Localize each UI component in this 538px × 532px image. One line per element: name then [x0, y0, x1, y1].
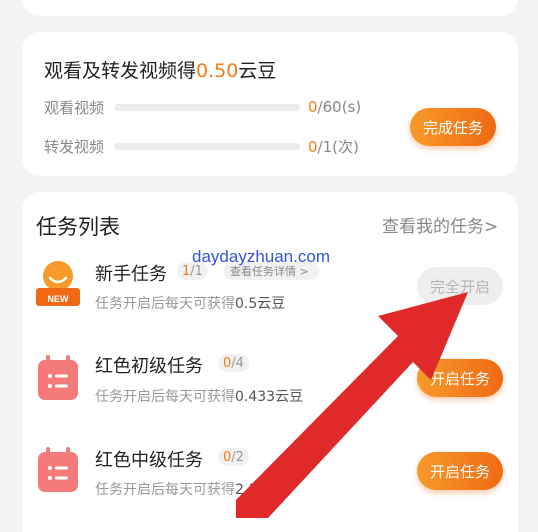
task-desc-red-primary: 任务开启后每天可获得0.433云豆 [95, 389, 304, 405]
new-label: NEW [48, 294, 70, 304]
complete-task-button[interactable]: 完成任务 [410, 108, 496, 146]
share-video-progress-bar [114, 142, 300, 150]
calendar-icon [38, 447, 78, 492]
share-video-count: 0/1(次) [308, 137, 359, 156]
previous-card [22, 0, 518, 16]
task-list-title: 任务列表 [36, 215, 120, 239]
share-video-label: 转发视频 [44, 137, 105, 156]
task-desc-newbie: 任务开启后每天可获得0.5云豆 [95, 296, 286, 312]
watch-video-count: 0/60(s) [308, 98, 362, 116]
start-task-button[interactable]: 开启任务 [417, 452, 503, 490]
start-task-button[interactable]: 开启任务 [417, 359, 503, 397]
watermark-text: daydayzhuan.com [192, 247, 330, 266]
task-count-badge: 0/2 [218, 448, 249, 466]
watch-video-label: 观看视频 [44, 98, 105, 117]
task-name-red-intermediate: 红色中级任务 [95, 450, 203, 471]
task-name-newbie: 新手任务 [95, 264, 167, 285]
task-name-red-primary: 红色初级任务 [95, 356, 203, 377]
task-desc-red-intermediate: 任务开启后每天可获得2.1云豆 [95, 482, 286, 498]
new-user-icon: NEW [36, 261, 80, 306]
view-my-tasks-link[interactable]: 查看我的任务> [382, 212, 498, 237]
watch-task-title: 观看及转发视频得0.50云豆 [44, 60, 277, 82]
fully-enabled-button[interactable]: 完全开启 [417, 267, 503, 305]
share-video-progress-row: 转发视频 0/1(次) [44, 135, 359, 157]
watch-task-reward: 0.50 [196, 60, 239, 82]
watch-video-progress-row: 观看视频 0/60(s) [44, 96, 361, 118]
calendar-icon [38, 355, 78, 400]
task-count-badge: 0/4 [218, 354, 249, 372]
watch-video-progress-bar [114, 103, 300, 111]
